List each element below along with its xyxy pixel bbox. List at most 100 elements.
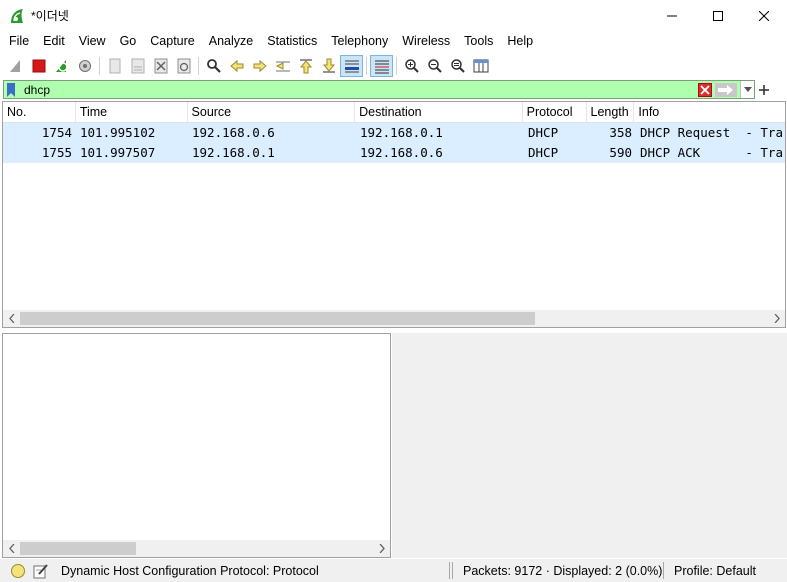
close-button[interactable] xyxy=(741,0,787,31)
minimize-icon xyxy=(667,15,677,16)
open-file-button[interactable] xyxy=(103,55,126,77)
packet-time: 101.997507 xyxy=(80,145,156,160)
menu-capture[interactable]: Capture xyxy=(143,31,201,52)
filter-bookmark-button[interactable] xyxy=(4,81,18,98)
capture-comment-button[interactable] xyxy=(33,563,49,579)
save-file-button[interactable] xyxy=(126,55,149,77)
clear-icon xyxy=(700,84,710,95)
packet-destination: 192.168.0.1 xyxy=(360,125,443,140)
packet-list-header: No. Time Source Destination Protocol Len… xyxy=(3,102,785,123)
column-header-destination[interactable]: Destination xyxy=(355,102,523,123)
arrow-right-icon xyxy=(253,59,267,72)
scroll-track[interactable] xyxy=(20,310,768,327)
packet-destination: 192.168.0.6 xyxy=(360,145,443,160)
scroll-thumb[interactable] xyxy=(20,542,136,555)
column-header-source[interactable]: Source xyxy=(188,102,356,123)
menu-analyze[interactable]: Analyze xyxy=(202,31,260,52)
maximize-button[interactable] xyxy=(695,0,741,31)
go-to-packet-button[interactable] xyxy=(271,55,294,77)
add-filter-button[interactable] xyxy=(757,80,771,99)
clear-filter-button[interactable] xyxy=(698,82,712,97)
scroll-left-button[interactable] xyxy=(3,310,20,327)
expert-info-indicator[interactable] xyxy=(11,563,25,578)
packet-list-pane[interactable]: No. Time Source Destination Protocol Len… xyxy=(2,101,786,328)
last-packet-button[interactable] xyxy=(317,55,340,77)
menu-tools[interactable]: Tools xyxy=(457,31,500,52)
reload-file-button[interactable] xyxy=(172,55,195,77)
find-packet-button[interactable] xyxy=(202,55,225,77)
capture-options-button[interactable] xyxy=(73,55,96,77)
search-icon xyxy=(206,58,221,73)
scroll-track[interactable] xyxy=(20,540,373,557)
packet-info: DHCP Request - Tra xyxy=(640,125,783,140)
packet-row[interactable]: 1755 101.997507 192.168.0.1 192.168.0.6 … xyxy=(3,143,785,163)
column-header-protocol[interactable]: Protocol xyxy=(523,102,587,123)
scroll-left-button[interactable] xyxy=(3,540,20,557)
resize-columns-button[interactable] xyxy=(469,55,492,77)
packet-time: 101.995102 xyxy=(80,125,156,140)
column-header-length[interactable]: Length xyxy=(587,102,635,123)
packet-details-pane[interactable] xyxy=(2,333,391,558)
scroll-right-button[interactable] xyxy=(373,540,390,557)
menu-view[interactable]: View xyxy=(72,31,113,52)
wireshark-app-icon xyxy=(11,8,23,23)
start-capture-button[interactable] xyxy=(4,55,27,77)
zoom-normal-button[interactable] xyxy=(446,55,469,77)
menu-file[interactable]: File xyxy=(0,31,36,52)
scroll-right-button[interactable] xyxy=(768,310,785,327)
toolbar-separator xyxy=(99,56,100,75)
chevron-right-icon xyxy=(379,544,385,553)
go-forward-button[interactable] xyxy=(248,55,271,77)
status-field-text: Dynamic Host Configuration Protocol: Pro… xyxy=(61,563,319,578)
reload-icon xyxy=(177,58,190,73)
packet-no: 1754 xyxy=(41,125,72,140)
packet-bytes-pane[interactable] xyxy=(392,333,787,558)
display-filter-input[interactable] xyxy=(18,81,698,98)
display-filter-bar xyxy=(3,80,755,99)
colorize-icon xyxy=(374,60,389,73)
stop-capture-button[interactable] xyxy=(27,55,50,77)
go-back-button[interactable] xyxy=(225,55,248,77)
zoom-reset-icon xyxy=(450,58,465,73)
restart-capture-button[interactable] xyxy=(50,55,73,77)
auto-scroll-button[interactable] xyxy=(340,54,363,77)
chevron-left-icon xyxy=(8,544,14,553)
details-hscrollbar[interactable] xyxy=(3,540,390,557)
menu-help[interactable]: Help xyxy=(500,31,540,52)
recent-filters-dropdown[interactable] xyxy=(740,81,754,98)
packet-source: 192.168.0.6 xyxy=(192,125,275,140)
menu-telephony[interactable]: Telephony xyxy=(324,31,395,52)
toolbar-separator xyxy=(366,56,367,75)
stop-icon xyxy=(32,59,45,72)
colorize-button[interactable] xyxy=(370,54,393,77)
resize-columns-icon xyxy=(473,59,488,72)
close-file-button[interactable] xyxy=(149,55,172,77)
column-header-info[interactable]: Info xyxy=(634,102,785,123)
column-header-no[interactable]: No. xyxy=(3,102,76,123)
zoom-in-button[interactable] xyxy=(400,55,423,77)
first-packet-button[interactable] xyxy=(294,55,317,77)
packet-list-hscrollbar[interactable] xyxy=(3,310,785,327)
packet-length: 358 xyxy=(609,125,632,140)
bookmark-icon xyxy=(7,82,15,97)
menu-statistics[interactable]: Statistics xyxy=(260,31,324,52)
apply-filter-button[interactable] xyxy=(715,82,737,97)
toolbar-separator xyxy=(396,56,397,75)
packet-length: 590 xyxy=(609,145,632,160)
column-header-time[interactable]: Time xyxy=(76,102,188,123)
zoom-out-button[interactable] xyxy=(423,55,446,77)
title-bar: *이더넷 xyxy=(0,0,787,31)
packet-source: 192.168.0.1 xyxy=(192,145,275,160)
chevron-left-icon xyxy=(8,314,14,323)
menu-edit[interactable]: Edit xyxy=(36,31,72,52)
profile-indicator[interactable]: Profile: Default xyxy=(674,564,756,578)
menu-go[interactable]: Go xyxy=(113,31,144,52)
status-separator xyxy=(663,562,664,579)
minimize-button[interactable] xyxy=(649,0,695,31)
close-icon xyxy=(759,10,769,21)
menu-bar: File Edit View Go Capture Analyze Statis… xyxy=(0,31,540,52)
menu-wireless[interactable]: Wireless xyxy=(395,31,457,52)
arrow-up-icon xyxy=(299,58,312,73)
packet-row[interactable]: 1754 101.995102 192.168.0.6 192.168.0.1 … xyxy=(3,123,785,143)
scroll-thumb[interactable] xyxy=(20,312,535,325)
